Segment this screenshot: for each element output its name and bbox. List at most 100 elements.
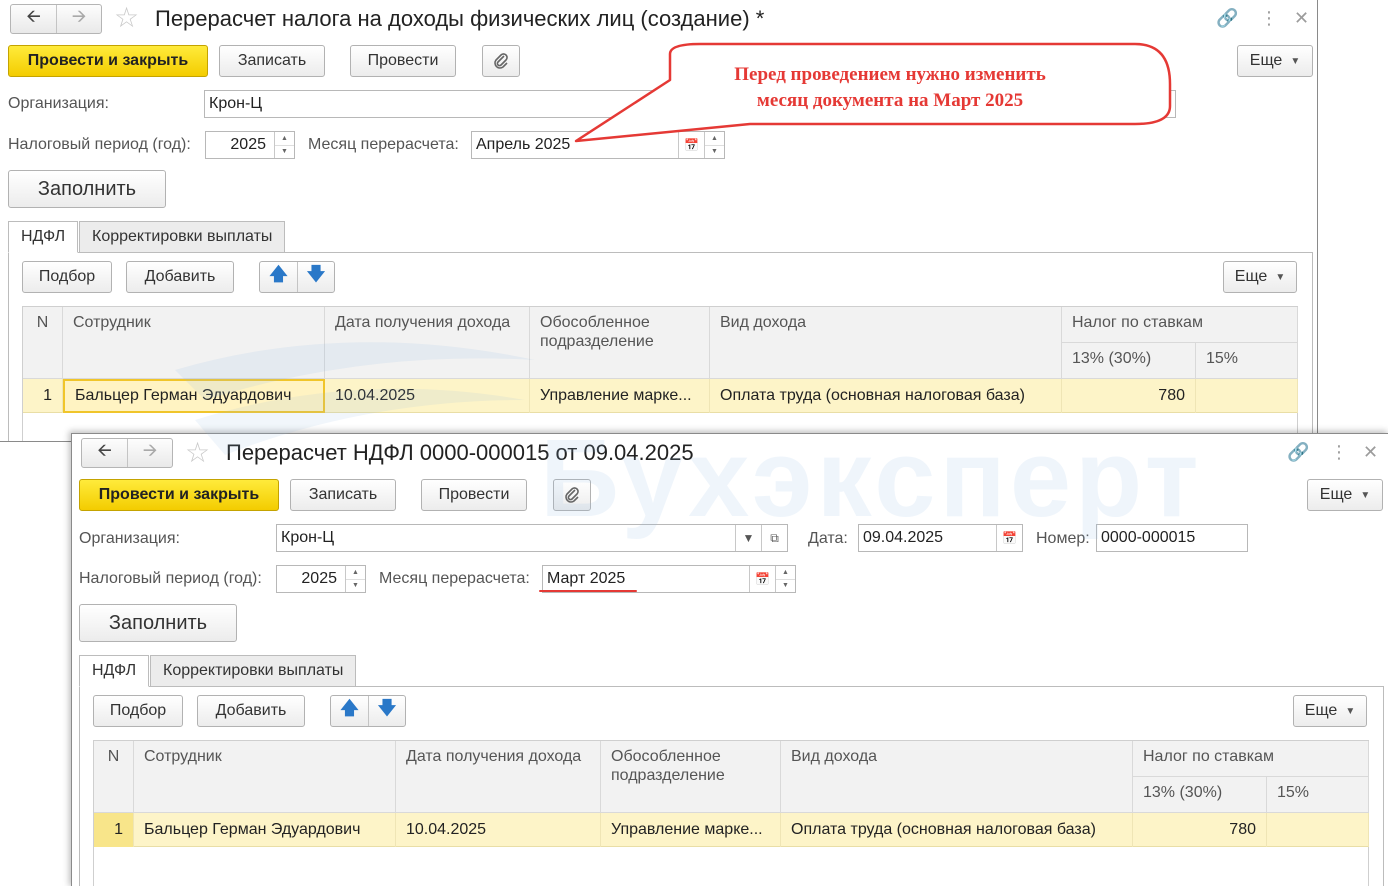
date-field[interactable]: 09.04.2025 📅 (858, 524, 1023, 552)
month-spinner[interactable]: ▲ ▼ (775, 566, 795, 592)
cell-subdivision[interactable]: Управление марке... (601, 813, 781, 847)
move-up-icon[interactable]: 🡅 (260, 262, 297, 292)
cell-income-type[interactable]: Оплата труда (основная налоговая база) (781, 813, 1133, 847)
more-label: Еще (1234, 268, 1268, 285)
cell-n[interactable]: 1 (94, 813, 134, 847)
move-up-icon[interactable]: 🡅 (331, 696, 368, 726)
save-button[interactable]: Записать (290, 479, 396, 511)
cell-rate13[interactable]: 780 (1062, 379, 1196, 413)
post-button[interactable]: Провести (350, 45, 456, 77)
number-field[interactable]: 0000-000015 (1096, 524, 1248, 552)
callout-line-1: Перед проведением нужно изменить (734, 64, 1046, 85)
cell-n[interactable]: 1 (23, 379, 63, 413)
more-label: Еще (1249, 52, 1283, 69)
spin-down-icon[interactable]: ▼ (275, 144, 294, 159)
link-icon[interactable]: 🔗 (1287, 442, 1309, 462)
number-value: 0000-000015 (1101, 529, 1196, 546)
tax-period-spinner[interactable]: ▲ ▼ (345, 566, 365, 592)
more-button[interactable]: Еще ▼ (1237, 45, 1313, 77)
fill-button[interactable]: Заполнить (8, 170, 166, 208)
col-header-rate15[interactable]: 15% (1267, 777, 1369, 813)
col-header-income-date[interactable]: Дата получения дохода (396, 741, 601, 813)
tax-period-spinner[interactable]: ▲ ▼ (274, 132, 294, 158)
tab-ndfl[interactable]: НДФЛ (79, 655, 150, 687)
tax-period-field[interactable]: 2025 ▲ ▼ (276, 565, 366, 593)
more-button[interactable]: Еще ▼ (1307, 479, 1383, 511)
col-header-n[interactable]: N (94, 741, 134, 813)
menu-dots-icon[interactable]: ⋮ (1260, 8, 1278, 28)
cell-rate13[interactable]: 780 (1133, 813, 1267, 847)
calendar-icon[interactable]: 📅 (996, 525, 1022, 551)
close-icon[interactable]: ✕ (1294, 8, 1309, 28)
table-more-button[interactable]: Еще ▼ (1293, 695, 1367, 727)
move-buttons: 🡅 🡇 (259, 261, 335, 293)
organization-field[interactable]: Крон-Ц ▼ ⧉ (276, 524, 788, 552)
cell-income-type[interactable]: Оплата труда (основная налоговая база) (710, 379, 1062, 413)
fill-button[interactable]: Заполнить (79, 604, 237, 642)
spin-down-icon[interactable]: ▼ (346, 578, 365, 593)
month-label: Месяц перерасчета: (379, 570, 530, 587)
month-label: Месяц перерасчета: (308, 136, 459, 153)
back-arrow-icon[interactable]: 🡨 (82, 439, 127, 467)
dropdown-caret-icon[interactable]: ▼ (735, 525, 761, 551)
cell-income-date[interactable]: 10.04.2025 (325, 379, 530, 413)
spin-up-icon[interactable]: ▲ (346, 566, 365, 579)
menu-dots-icon[interactable]: ⋮ (1330, 442, 1348, 462)
month-field[interactable]: Март 2025 📅 ▲ ▼ (542, 565, 796, 593)
open-form-icon[interactable]: ⧉ (761, 525, 787, 551)
cell-employee[interactable]: Бальцер Герман Эдуардович (63, 379, 325, 413)
table-row[interactable]: 1 Бальцер Герман Эдуардович 10.04.2025 У… (23, 379, 1298, 413)
col-header-n[interactable]: N (23, 307, 63, 379)
col-header-income-type[interactable]: Вид дохода (781, 741, 1133, 813)
table: N Сотрудник Дата получения дохода Обособ… (93, 740, 1369, 886)
table-row[interactable]: 1 Бальцер Герман Эдуардович 10.04.2025 У… (94, 813, 1369, 847)
spin-up-icon[interactable]: ▲ (275, 132, 294, 145)
paperclip-icon[interactable] (482, 45, 520, 77)
forward-arrow-icon[interactable]: 🡪 (56, 5, 101, 33)
col-header-tax-by-rates[interactable]: Налог по ставкам (1062, 307, 1298, 343)
col-header-subdivision[interactable]: Обособленное подразделение (530, 307, 710, 379)
favorite-star-icon[interactable]: ☆ (185, 439, 210, 467)
col-header-employee[interactable]: Сотрудник (134, 741, 396, 813)
cell-rate15[interactable] (1267, 813, 1369, 847)
col-header-rate15[interactable]: 15% (1196, 343, 1298, 379)
add-button[interactable]: Добавить (197, 695, 305, 727)
link-icon[interactable]: 🔗 (1216, 8, 1238, 28)
cell-employee[interactable]: Бальцер Герман Эдуардович (134, 813, 396, 847)
tab-payment-corrections[interactable]: Корректировки выплаты (79, 221, 286, 253)
col-header-employee[interactable]: Сотрудник (63, 307, 325, 379)
cell-income-date[interactable]: 10.04.2025 (396, 813, 601, 847)
more-label: Еще (1319, 486, 1353, 503)
move-down-icon[interactable]: 🡇 (297, 262, 334, 292)
col-header-subdivision[interactable]: Обособленное подразделение (601, 741, 781, 813)
table: N Сотрудник Дата получения дохода Обособ… (22, 306, 1298, 441)
move-down-icon[interactable]: 🡇 (368, 696, 405, 726)
col-header-income-date[interactable]: Дата получения дохода (325, 307, 530, 379)
spin-up-icon[interactable]: ▲ (776, 566, 795, 579)
pick-button[interactable]: Подбор (93, 695, 183, 727)
dropdown-caret-icon: ▼ (1345, 705, 1356, 717)
post-and-close-button[interactable]: Провести и закрыть (8, 45, 208, 77)
col-header-rate13[interactable]: 13% (30%) (1062, 343, 1196, 379)
pick-button[interactable]: Подбор (22, 261, 112, 293)
col-header-income-type[interactable]: Вид дохода (710, 307, 1062, 379)
tax-period-field[interactable]: 2025 ▲ ▼ (205, 131, 295, 159)
save-button[interactable]: Записать (219, 45, 325, 77)
paperclip-icon[interactable] (553, 479, 591, 511)
post-button[interactable]: Провести (421, 479, 527, 511)
back-arrow-icon[interactable]: 🡨 (11, 5, 56, 33)
post-and-close-button[interactable]: Провести и закрыть (79, 479, 279, 511)
tab-ndfl[interactable]: НДФЛ (8, 221, 79, 253)
cell-subdivision[interactable]: Управление марке... (530, 379, 710, 413)
cell-rate15[interactable] (1196, 379, 1298, 413)
forward-arrow-icon[interactable]: 🡪 (127, 439, 172, 467)
col-header-rate13[interactable]: 13% (30%) (1133, 777, 1267, 813)
add-button[interactable]: Добавить (126, 261, 234, 293)
close-icon[interactable]: ✕ (1363, 442, 1378, 462)
col-header-tax-by-rates[interactable]: Налог по ставкам (1133, 741, 1369, 777)
calendar-icon[interactable]: 📅 (749, 566, 775, 592)
tab-payment-corrections[interactable]: Корректировки выплаты (150, 655, 357, 687)
spin-down-icon[interactable]: ▼ (776, 578, 795, 593)
table-more-button[interactable]: Еще ▼ (1223, 261, 1297, 293)
favorite-star-icon[interactable]: ☆ (114, 4, 139, 32)
